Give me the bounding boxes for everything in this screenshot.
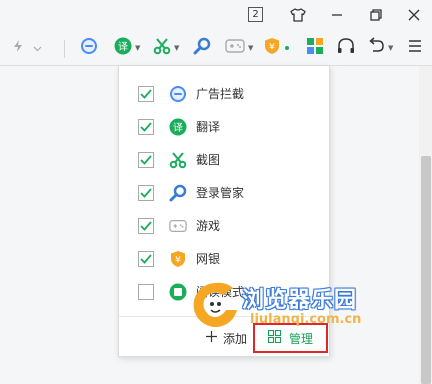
undo-button[interactable]: ▼ <box>367 36 394 60</box>
adblock-icon <box>80 37 98 60</box>
item-label: 网银 <box>196 252 221 266</box>
checkbox-checked[interactable] <box>138 217 154 234</box>
watermark-title: 浏览器乐园 <box>242 288 358 313</box>
game-button[interactable]: ▼ <box>225 38 253 58</box>
watermark-url: liulanqi.com.cn <box>250 312 362 327</box>
adblock-icon <box>169 85 187 103</box>
gamepad-icon <box>169 217 187 235</box>
screenshot-button[interactable]: ▼ <box>153 37 180 60</box>
watermark-logo-icon <box>190 280 242 330</box>
item-label: 广告拦截 <box>196 87 245 101</box>
close-icon[interactable] <box>403 4 425 26</box>
tab-count-icon[interactable]: 2 <box>248 7 263 22</box>
dropdown-icon: ▼ <box>248 44 254 52</box>
svg-text:¥: ¥ <box>269 42 275 52</box>
checkbox-checked[interactable] <box>138 118 154 135</box>
skin-icon[interactable] <box>287 4 309 26</box>
list-item-screenshot[interactable]: 截图 <box>119 143 329 176</box>
svg-text:¥: ¥ <box>175 255 181 265</box>
undo-icon <box>367 36 385 60</box>
apps-icon <box>306 37 324 60</box>
lightning-icon <box>12 39 24 58</box>
checkbox-checked[interactable] <box>138 151 154 168</box>
scrollbar-thumb[interactable] <box>421 156 431 384</box>
dropdown-icon <box>33 39 42 57</box>
reader-icon <box>169 283 187 301</box>
item-label: 截图 <box>196 153 221 167</box>
translate-icon: 译 <box>169 118 187 136</box>
minimize-icon[interactable] <box>326 4 348 26</box>
scissors-icon <box>169 151 187 169</box>
list-item-games[interactable]: 游戏 <box>119 209 329 242</box>
dropdown-icon: ▼ <box>174 44 180 52</box>
bank-button[interactable]: ¥ <box>263 37 289 60</box>
checkbox-checked[interactable] <box>138 184 154 201</box>
bank-icon: ¥ <box>263 37 281 60</box>
item-label: 登录管家 <box>196 186 245 200</box>
dropdown-icon: ▼ <box>388 44 394 52</box>
item-label: 翻译 <box>196 120 221 134</box>
search-button[interactable] <box>193 37 211 60</box>
menu-button[interactable] <box>408 38 422 58</box>
adblock-button[interactable] <box>80 37 98 60</box>
key-icon <box>169 184 187 202</box>
restore-icon[interactable] <box>365 4 387 26</box>
headphones-icon <box>337 37 355 60</box>
extensions-toolbar: 译 ▼ ▼ ▼ ¥ ▼ <box>0 30 432 66</box>
shield-yuan-icon: ¥ <box>169 250 187 268</box>
item-label: 游戏 <box>196 219 221 233</box>
toolbar-divider <box>64 40 65 58</box>
svg-text:译: 译 <box>173 122 183 134</box>
title-bar: 2 <box>0 0 432 30</box>
notification-dot <box>285 46 289 50</box>
headphones-button[interactable] <box>337 37 355 60</box>
dropdown-icon: ▼ <box>135 44 141 52</box>
game-icon <box>225 37 245 60</box>
apps-button[interactable] <box>306 37 324 60</box>
translate-button[interactable]: 译 ▼ <box>114 37 141 60</box>
list-item-translate[interactable]: 译 翻译 <box>119 110 329 143</box>
page-scrollbar[interactable] <box>419 66 432 384</box>
search-icon <box>193 37 211 60</box>
list-item-login-manager[interactable]: 登录管家 <box>119 176 329 209</box>
checkbox-checked[interactable] <box>138 250 154 267</box>
screenshot-icon <box>153 37 171 60</box>
lightning-button[interactable] <box>12 38 42 58</box>
svg-text:译: 译 <box>118 41 128 53</box>
menu-icon <box>408 39 422 57</box>
checkbox-checked[interactable] <box>138 85 154 102</box>
checkbox-unchecked[interactable] <box>138 283 154 300</box>
list-item-adblock[interactable]: 广告拦截 <box>119 77 329 110</box>
site-watermark: 浏览器乐园 liulanqi.com.cn <box>190 276 375 336</box>
list-item-online-banking[interactable]: ¥ 网银 <box>119 242 329 275</box>
translate-icon: 译 <box>114 37 132 60</box>
